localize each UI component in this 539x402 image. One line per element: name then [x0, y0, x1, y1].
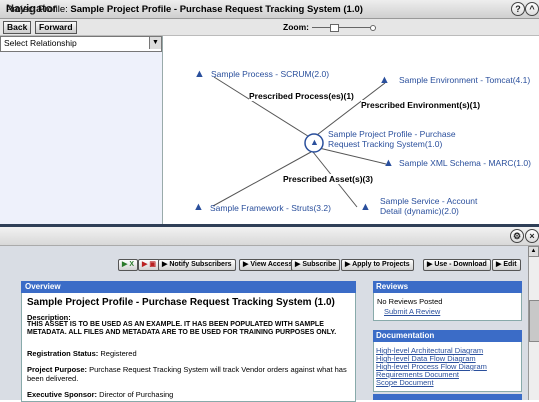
project-icon: ▲: [310, 137, 319, 147]
next-panel-header: [373, 394, 522, 400]
use-download-button[interactable]: ▶ Use - Download: [423, 259, 491, 271]
profile-header: [0, 227, 539, 246]
notify-subscribers-button[interactable]: ▶ Notify Subscribers: [158, 259, 236, 271]
asset-icon: ▲: [194, 68, 205, 80]
asset-icon: ▲: [379, 74, 390, 86]
sponsor-value: Director of Purchasing: [99, 390, 174, 399]
export-pdf-icon[interactable]: ▶ ▣: [138, 259, 160, 271]
profile-label: Project Profile:: [6, 4, 68, 15]
documentation-header: Documentation: [373, 330, 522, 342]
collapse-icon[interactable]: ^: [525, 2, 539, 16]
relationship-panel: [0, 36, 163, 224]
subscribe-label: Subscribe: [302, 261, 337, 268]
edit-button[interactable]: ▶ Edit: [492, 259, 521, 271]
zoom-slider-end: [370, 25, 376, 31]
back-button[interactable]: Back: [3, 21, 32, 34]
overview-header: Overview: [21, 281, 356, 293]
close-icon[interactable]: ×: [525, 229, 539, 243]
relationship-graph: ▲ ▲ ▲ ▲ ▲ ▲ Sample Process - SCRUM(2.0) …: [163, 36, 539, 224]
submit-review-link[interactable]: Submit A Review: [384, 308, 440, 316]
sponsor-label: Executive Sponsor:: [27, 390, 98, 399]
purpose-label: Project Purpose:: [27, 365, 88, 374]
zoom-slider-handle[interactable]: [330, 24, 339, 32]
edge-label-process: Prescribed Process(es)(1): [249, 91, 354, 101]
zoom-slider-track[interactable]: [312, 27, 376, 28]
node-environment[interactable]: Sample Environment - Tomcat(4.1): [399, 75, 530, 85]
settings-icon[interactable]: ⚙: [510, 229, 524, 243]
profile-name: Sample Project Profile - Purchase Reques…: [70, 4, 363, 15]
purpose-row: Project Purpose: Purchase Request Tracki…: [27, 365, 352, 383]
view-access-button[interactable]: ▶ View Access: [239, 259, 297, 271]
edge-process: [213, 76, 312, 139]
asset-icon: ▲: [193, 201, 204, 213]
view-access-label: View Access: [250, 261, 293, 268]
registration-label: Registration Status:: [27, 349, 99, 358]
scroll-thumb[interactable]: [529, 300, 539, 342]
overview-title: Sample Project Profile - Purchase Reques…: [27, 297, 335, 308]
edge-label-assets: Prescribed Asset(s)(3): [283, 174, 373, 184]
registration-value: Registered: [100, 349, 137, 358]
node-framework[interactable]: Sample Framework - Struts(3.2): [210, 203, 331, 213]
edge-xml-schema: [318, 147, 387, 165]
zoom-label: Zoom:: [283, 22, 309, 32]
export-excel-icon[interactable]: ▶ X: [118, 259, 138, 271]
edge-label-environment: Prescribed Environment(s)(1): [361, 100, 481, 110]
asset-icon: ▲: [360, 201, 371, 213]
forward-button[interactable]: Forward: [35, 21, 77, 34]
node-xml-schema[interactable]: Sample XML Schema - MARC(1.0): [399, 158, 531, 168]
reviews-header: Reviews: [373, 281, 522, 293]
relationship-select[interactable]: Select Relationship ▼: [0, 36, 162, 52]
profile-title: Project Profile: Sample Project Profile …: [6, 4, 363, 15]
registration-row: Registration Status: Registered: [27, 349, 352, 358]
overview-header-label: Overview: [25, 282, 61, 291]
node-process[interactable]: Sample Process - SCRUM(2.0): [211, 69, 329, 79]
notify-subscribers-label: Notify Subscribers: [169, 261, 232, 268]
use-download-label: Use - Download: [434, 261, 487, 268]
relationship-select-value: Select Relationship: [4, 38, 77, 48]
node-center-project[interactable]: Sample Project Profile - Purchase Reques…: [328, 129, 468, 149]
scroll-up-icon[interactable]: ▲: [528, 246, 539, 257]
navigator-toolbar: [0, 19, 539, 36]
apply-to-projects-button[interactable]: ▶ Apply to Projects: [341, 259, 414, 271]
apply-to-projects-label: Apply to Projects: [352, 261, 410, 268]
reviews-status: No Reviews Posted: [377, 297, 443, 306]
help-icon[interactable]: ?: [511, 2, 525, 16]
chevron-down-icon[interactable]: ▼: [149, 37, 161, 49]
edit-label: Edit: [503, 261, 517, 268]
sponsor-row: Executive Sponsor: Director of Purchasin…: [27, 390, 352, 399]
description-text: THIS ASSET IS TO BE USED AS AN EXAMPLE. …: [27, 321, 337, 336]
node-service[interactable]: Sample Service - Account Detail (dynamic…: [380, 196, 500, 216]
asset-icon: ▲: [383, 157, 394, 169]
subscribe-button[interactable]: ▶ Subscribe: [291, 259, 341, 271]
doc-link[interactable]: Scope Document: [376, 379, 434, 387]
